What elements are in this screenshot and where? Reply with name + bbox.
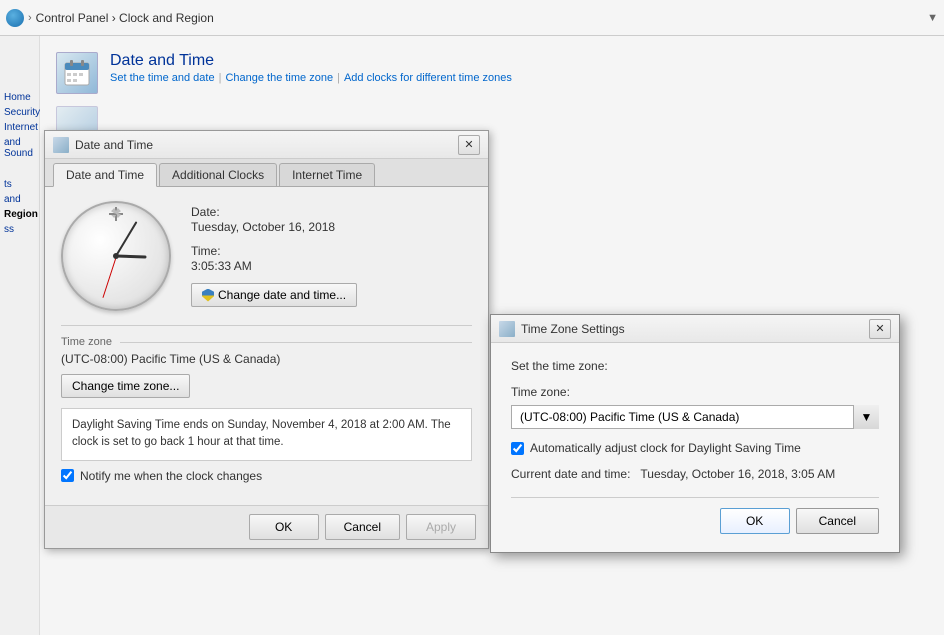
bg-nav-items: Home Security Internet and Sound ts and … <box>4 90 38 237</box>
datetime-dialog-titlebar: Date and Time ✕ <box>45 131 488 159</box>
nav-home[interactable]: Home <box>4 90 38 105</box>
cp-sep2: | <box>337 72 340 84</box>
cp-sep1: | <box>219 72 222 84</box>
time-value: 3:05:33 AM <box>191 259 357 273</box>
timezone-section: Time zone (UTC-08:00) Pacific Time (US &… <box>61 325 472 398</box>
tz-zone-label: Time zone: <box>511 385 879 399</box>
date-label: Date: <box>191 205 357 219</box>
datetime-dialog: Date and Time ✕ Date and Time Additional… <box>44 130 489 549</box>
notify-label[interactable]: Notify me when the clock changes <box>80 469 262 483</box>
clock-minute-hand <box>115 221 137 256</box>
tz-settings-dialog: Time Zone Settings ✕ Set the time zone: … <box>490 314 900 553</box>
tz-dst-checkbox[interactable] <box>511 442 524 455</box>
nav-internet[interactable]: Internet <box>4 120 38 135</box>
tz-ok-button[interactable]: OK <box>720 508 790 534</box>
tz-dst-checkbox-row: Automatically adjust clock for Daylight … <box>511 441 879 455</box>
tz-set-label: Set the time zone: <box>511 359 879 373</box>
tab-date-time[interactable]: Date and Time <box>53 163 157 187</box>
nav-ts[interactable]: ts <box>4 177 38 192</box>
clock-hour-hand <box>116 255 146 259</box>
clock-face <box>61 201 171 311</box>
tz-current-value: Tuesday, October 16, 2018, 3:05 AM <box>640 467 835 481</box>
tab-internet-time[interactable]: Internet Time <box>279 163 375 186</box>
cp-header-row: Date and Time Set the time and date | Ch… <box>56 46 928 102</box>
tz-select[interactable]: (UTC-08:00) Pacific Time (US & Canada) (… <box>511 405 879 429</box>
address-path: Control Panel › Clock and Region <box>36 11 214 25</box>
nav-region[interactable]: Region <box>4 207 38 222</box>
change-datetime-button[interactable]: Change date and time... <box>191 283 357 307</box>
cp-title: Date and Time <box>110 52 512 70</box>
notify-checkbox-row: Notify me when the clock changes <box>61 469 472 483</box>
cp-link-change-zone[interactable]: Change the time zone <box>225 72 333 84</box>
nav-security[interactable]: Security <box>4 105 38 120</box>
tz-dialog-icon <box>499 321 515 337</box>
time-label: Time: <box>191 244 357 258</box>
tz-current-row: Current date and time: Tuesday, October … <box>511 467 879 481</box>
tz-dialog-buttons: OK Cancel <box>511 497 879 536</box>
clock-center <box>113 253 119 259</box>
cp-link-add-clocks[interactable]: Add clocks for different time zones <box>344 72 512 84</box>
tz-dst-label[interactable]: Automatically adjust clock for Daylight … <box>530 441 801 455</box>
change-timezone-button[interactable]: Change time zone... <box>61 374 190 398</box>
tz-dialog-content: Set the time zone: Time zone: (UTC-08:00… <box>491 343 899 552</box>
tz-current-label: Current date and time: <box>511 467 630 481</box>
cp-links: Set the time and date | Change the time … <box>110 72 512 84</box>
dst-info-box: Daylight Saving Time ends on Sunday, Nov… <box>61 408 472 461</box>
nav-sound[interactable]: and Sound <box>4 135 38 161</box>
tz-cancel-button[interactable]: Cancel <box>796 508 879 534</box>
nav-globe-icon <box>6 9 24 27</box>
datetime-apply-button[interactable]: Apply <box>406 514 476 540</box>
change-datetime-label: Change date and time... <box>218 288 346 302</box>
address-bar: › Control Panel › Clock and Region ▼ <box>0 0 944 36</box>
tab-additional-clocks[interactable]: Additional Clocks <box>159 163 277 186</box>
timezone-section-label: Time zone <box>61 336 472 348</box>
notify-checkbox[interactable] <box>61 469 74 482</box>
datetime-info: Date: Tuesday, October 16, 2018 Time: 3:… <box>191 205 357 307</box>
nav-ss[interactable]: ss <box>4 222 38 237</box>
datetime-tabs: Date and Time Additional Clocks Internet… <box>45 159 488 187</box>
datetime-dialog-icon <box>53 137 69 153</box>
timezone-value: (UTC-08:00) Pacific Time (US & Canada) <box>61 352 472 366</box>
clock-second-hand <box>102 256 117 298</box>
datetime-ok-button[interactable]: OK <box>249 514 319 540</box>
tz-select-wrapper: (UTC-08:00) Pacific Time (US & Canada) (… <box>511 405 879 429</box>
tz-dialog-close[interactable]: ✕ <box>869 319 891 339</box>
cp-link-set-time[interactable]: Set the time and date <box>110 72 215 84</box>
change-timezone-label: Change time zone... <box>72 379 179 393</box>
datetime-dialog-buttons: OK Cancel Apply <box>45 505 488 548</box>
shield-icon <box>202 289 214 302</box>
calendar-svg <box>63 59 91 87</box>
nav-and[interactable]: and <box>4 192 38 207</box>
datetime-cancel-button[interactable]: Cancel <box>325 514 400 540</box>
datetime-dialog-close[interactable]: ✕ <box>458 135 480 155</box>
tz-dialog-titlebar: Time Zone Settings ✕ <box>491 315 899 343</box>
address-dropdown[interactable]: ▼ <box>927 12 938 24</box>
cp-calendar-icon <box>56 52 98 94</box>
date-value: Tuesday, October 16, 2018 <box>191 220 357 234</box>
datetime-dialog-title: Date and Time <box>75 138 458 152</box>
clock-area: Date: Tuesday, October 16, 2018 Time: 3:… <box>61 201 472 311</box>
tz-dialog-title: Time Zone Settings <box>521 322 869 336</box>
address-arrow1: › <box>28 12 32 24</box>
cp-header-text: Date and Time Set the time and date | Ch… <box>110 52 512 84</box>
datetime-content: Date: Tuesday, October 16, 2018 Time: 3:… <box>45 187 488 505</box>
dst-message: Daylight Saving Time ends on Sunday, Nov… <box>72 419 451 448</box>
